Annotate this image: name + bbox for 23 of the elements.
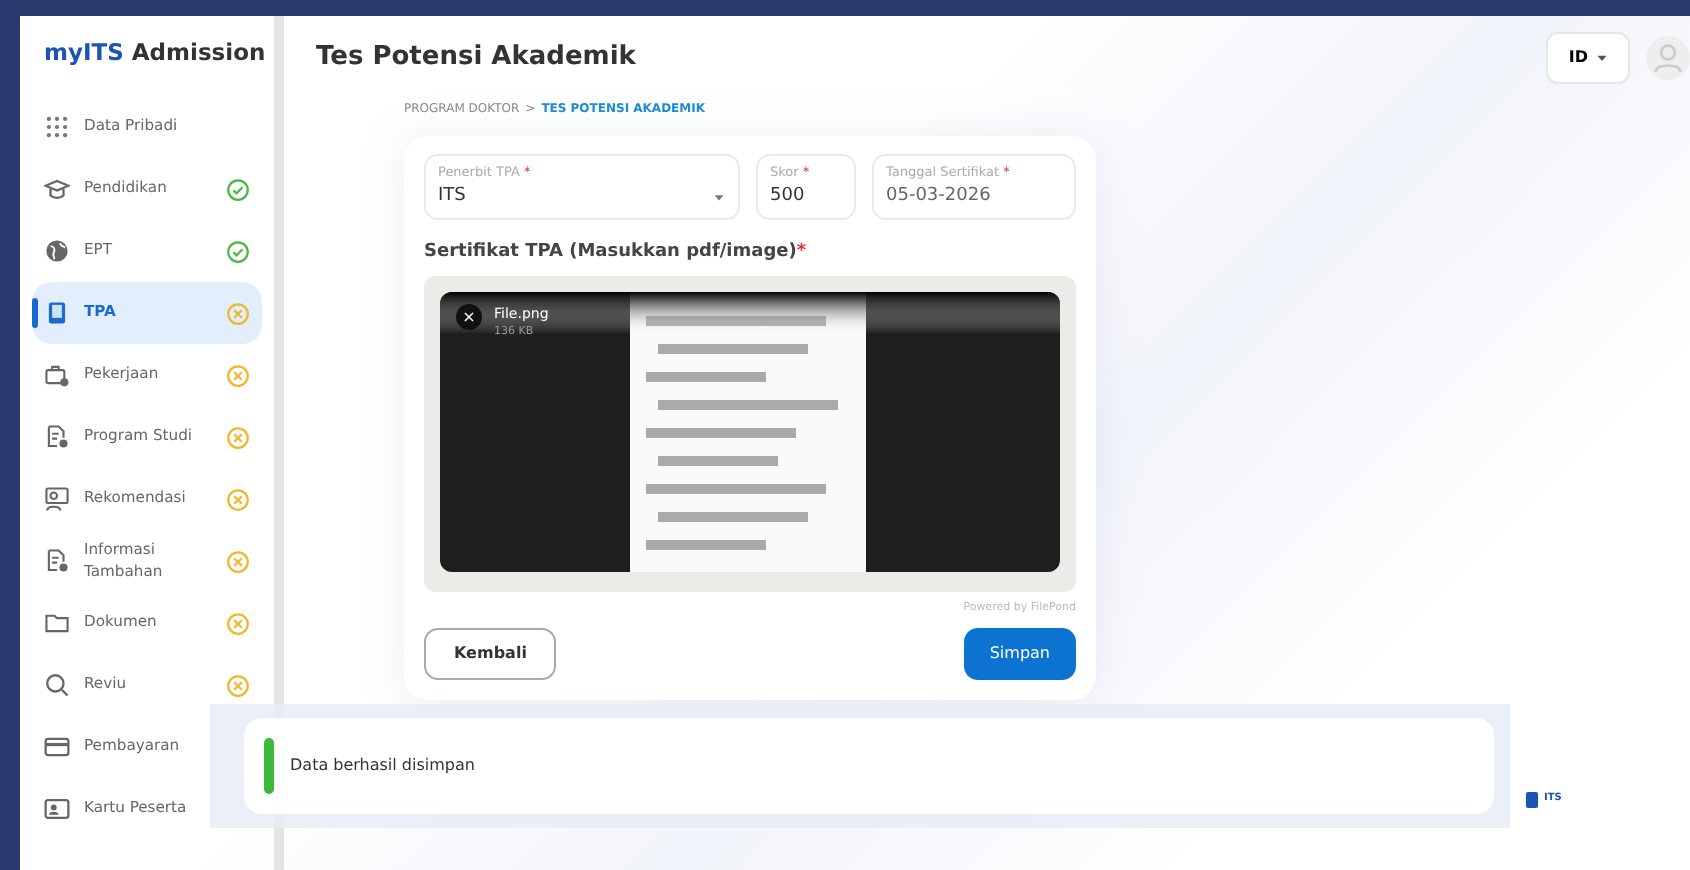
page-title: Tes Potensi Akademik: [316, 40, 638, 77]
avatar-icon[interactable]: [1646, 36, 1690, 80]
logo-icon: [1524, 788, 1540, 812]
briefcase-icon: [44, 362, 70, 389]
id-card-icon: [44, 796, 70, 823]
person-board-icon: [44, 486, 70, 513]
save-button[interactable]: Simpan: [963, 628, 1076, 680]
document-icon: [44, 424, 70, 451]
graduation-cap-icon: [44, 176, 70, 203]
caret-icon: [1596, 52, 1608, 64]
book-icon: [44, 300, 70, 327]
upload-label: Sertifikat TPA (Masukkan pdf/image)*: [424, 240, 809, 267]
folder-icon: [44, 610, 70, 637]
brand-logo: myITS Admission: [44, 36, 266, 69]
globe-icon: [44, 238, 70, 265]
language-dropdown[interactable]: ID: [1546, 32, 1630, 84]
caret-icon: [712, 190, 726, 204]
toast-message: Data berhasil disimpan: [290, 754, 475, 778]
grid-icon: [44, 114, 70, 141]
credit-card-icon: [44, 734, 70, 761]
magnifier-icon: [44, 672, 70, 699]
document-icon: [44, 548, 70, 575]
back-button[interactable]: Kembali: [424, 628, 557, 680]
